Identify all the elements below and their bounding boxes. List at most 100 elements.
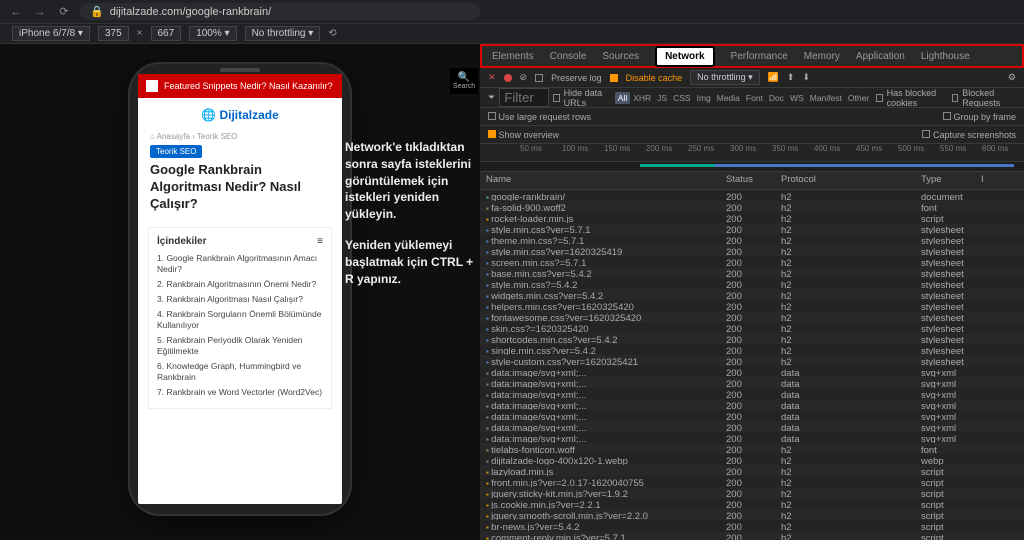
table-row[interactable]: single.min.css?ver=5.4.2200h2stylesheet: [480, 344, 1024, 355]
blocked-req-checkbox[interactable]: [952, 94, 958, 102]
disable-cache-checkbox[interactable]: [610, 74, 618, 82]
toc-item[interactable]: 6. Knowledge Graph, Hummingbird ve Rankb…: [157, 359, 323, 385]
table-row[interactable]: style.min.css?=5.4.2200h2stylesheet: [480, 278, 1024, 289]
col-status[interactable]: Status: [720, 172, 775, 189]
forward-icon[interactable]: →: [32, 4, 48, 20]
toc-item[interactable]: 1. Google Rankbrain Algoritmasının Amacı…: [157, 251, 323, 277]
clear-icon[interactable]: ⊘: [520, 72, 528, 83]
table-row[interactable]: br-news.js?ver=5.4.2200h2script: [480, 520, 1024, 531]
toc-item[interactable]: 4. Rankbrain Sorguların Önemli Bölümünde…: [157, 307, 323, 333]
table-row[interactable]: js.cookie.min.js?ver=2.2.1200h2script: [480, 498, 1024, 509]
zoom-select[interactable]: 100% ▾: [189, 26, 236, 41]
close-icon[interactable]: ✕: [488, 72, 496, 83]
category-tag[interactable]: Teorik SEO: [150, 145, 202, 158]
upload-icon[interactable]: ⬆: [787, 72, 795, 83]
funnel-icon[interactable]: ⏷: [488, 92, 495, 103]
toc-item[interactable]: 2. Rankbrain Algoritmasının Önemi Nedir?: [157, 277, 323, 292]
wifi-icon[interactable]: 📶: [768, 72, 779, 83]
timeline-ruler[interactable]: 50 ms100 ms150 ms200 ms250 ms300 ms350 m…: [480, 144, 1024, 162]
tab-memory[interactable]: Memory: [804, 51, 840, 62]
filter-type-js[interactable]: JS: [654, 92, 670, 104]
preserve-log-checkbox[interactable]: [535, 74, 543, 82]
table-row[interactable]: data:image/svg+xml;...200datasvg+xml: [480, 410, 1024, 421]
toc-item[interactable]: 7. Rankbrain ve Word Vectorler (Word2Vec…: [157, 385, 323, 400]
table-row[interactable]: data:image/svg+xml;...200datasvg+xml: [480, 366, 1024, 377]
site-logo[interactable]: 🌐 Dijitalzade: [138, 98, 342, 128]
filter-type-ws[interactable]: WS: [787, 92, 807, 104]
tab-console[interactable]: Console: [550, 51, 587, 62]
toc-toggle-icon[interactable]: ≡: [317, 236, 323, 247]
table-row[interactable]: data:image/svg+xml;...200datasvg+xml: [480, 377, 1024, 388]
blocked-cookies-checkbox[interactable]: [876, 94, 882, 102]
filter-type-font[interactable]: Font: [743, 92, 766, 104]
filter-type-other[interactable]: Other: [845, 92, 872, 104]
height-input[interactable]: 667: [151, 26, 182, 41]
url-bar[interactable]: 🔒 dijitalzade.com/google-rankbrain/: [80, 3, 480, 20]
table-row[interactable]: base.min.css?ver=5.4.2200h2stylesheet: [480, 267, 1024, 278]
table-row[interactable]: fontawesome.css?ver=1620325420200h2style…: [480, 311, 1024, 322]
hide-data-urls-checkbox[interactable]: [553, 94, 559, 102]
back-icon[interactable]: ←: [8, 4, 24, 20]
throttle-select[interactable]: No throttling ▾: [245, 26, 321, 41]
table-row[interactable]: jquery.smooth-scroll.min.js?ver=2.2.0200…: [480, 509, 1024, 520]
table-row[interactable]: front.min.js?ver=2.0.17-1620040755200h2s…: [480, 476, 1024, 487]
table-row[interactable]: style.min.css?ver=5.7.1200h2stylesheet: [480, 223, 1024, 234]
featured-banner[interactable]: Featured Snippets Nedir? Nasıl Kazanılır…: [138, 74, 342, 98]
table-row[interactable]: tielabs-fonticon.woff200h2font: [480, 443, 1024, 454]
table-row[interactable]: jquery.sticky-kit.min.js?ver=1.9.2200h2s…: [480, 487, 1024, 498]
table-row[interactable]: helpers.min.css?ver=1620325420200h2style…: [480, 300, 1024, 311]
toc-item[interactable]: 5. Rankbrain Periyodik Olarak Yeniden Eğ…: [157, 333, 323, 359]
table-row[interactable]: comment-reply.min.js?ver=5.7.1200h2scrip…: [480, 531, 1024, 540]
tab-elements[interactable]: Elements: [492, 51, 534, 62]
record-icon[interactable]: [504, 74, 512, 82]
download-icon[interactable]: ⬇: [802, 72, 810, 83]
breadcrumb[interactable]: ⌂ Anasayfa › Teorik SEO: [138, 128, 342, 145]
table-row[interactable]: widgets.min.css?ver=5.4.2200h2stylesheet: [480, 289, 1024, 300]
table-row[interactable]: rocket-loader.min.js200h2script: [480, 212, 1024, 223]
table-row[interactable]: dijitalzade-logo-400x120-1.webp200h2webp: [480, 454, 1024, 465]
col-type[interactable]: Type: [915, 172, 975, 189]
net-throttle-select[interactable]: No throttling ▾: [690, 70, 760, 85]
filter-type-img[interactable]: Img: [694, 92, 714, 104]
filter-type-media[interactable]: Media: [714, 92, 743, 104]
filter-type-xhr[interactable]: XHR: [630, 92, 654, 104]
search-button[interactable]: 🔍Search: [450, 68, 478, 94]
table-row[interactable]: data:image/svg+xml;...200datasvg+xml: [480, 421, 1024, 432]
table-row[interactable]: style-custom.css?ver=1620325421200h2styl…: [480, 355, 1024, 366]
tab-network[interactable]: Network: [655, 46, 714, 67]
col-name[interactable]: Name: [480, 172, 720, 189]
close-icon[interactable]: [146, 80, 158, 92]
rotate-icon[interactable]: ⟲: [328, 28, 336, 39]
col-protocol[interactable]: Protocol: [775, 172, 915, 189]
table-row[interactable]: data:image/svg+xml;...200datasvg+xml: [480, 388, 1024, 399]
width-input[interactable]: 375: [98, 26, 129, 41]
large-rows-checkbox[interactable]: [488, 112, 496, 120]
screenshots-checkbox[interactable]: [922, 130, 930, 138]
toc-item[interactable]: 3. Rankbrain Algoritması Nasıl Çalışır?: [157, 292, 323, 307]
show-overview-checkbox[interactable]: [488, 130, 496, 138]
tab-application[interactable]: Application: [856, 51, 905, 62]
table-row[interactable]: fa-solid-900.woff2200h2font: [480, 201, 1024, 212]
table-row[interactable]: google-rankbrain/200h2document: [480, 190, 1024, 201]
tab-performance[interactable]: Performance: [731, 51, 788, 62]
table-row[interactable]: lazyload.min.js200h2script: [480, 465, 1024, 476]
reload-icon[interactable]: ⟳: [56, 4, 72, 20]
table-row[interactable]: data:image/svg+xml;...200datasvg+xml: [480, 399, 1024, 410]
table-row[interactable]: shortcodes.min.css?ver=5.4.2200h2stylesh…: [480, 333, 1024, 344]
table-row[interactable]: skin.css?=1620325420200h2stylesheet: [480, 322, 1024, 333]
col-initiator[interactable]: I: [975, 172, 1024, 189]
filter-type-doc[interactable]: Doc: [766, 92, 787, 104]
filter-type-all[interactable]: All: [615, 92, 630, 104]
settings-icon[interactable]: ⚙: [1008, 72, 1016, 83]
table-row[interactable]: data:image/svg+xml;...200datasvg+xml: [480, 432, 1024, 443]
tab-lighthouse[interactable]: Lighthouse: [921, 51, 970, 62]
table-row[interactable]: screen.min.css?=5.7.1200h2stylesheet: [480, 256, 1024, 267]
group-frame-checkbox[interactable]: [943, 112, 951, 120]
tab-sources[interactable]: Sources: [602, 51, 639, 62]
table-row[interactable]: theme.min.css?=5.7.1200h2stylesheet: [480, 234, 1024, 245]
filter-type-css[interactable]: CSS: [670, 92, 693, 104]
filter-type-manifest[interactable]: Manifest: [807, 92, 845, 104]
device-select[interactable]: iPhone 6/7/8 ▾: [12, 26, 90, 41]
table-row[interactable]: style.min.css?ver=1620325419200h2stylesh…: [480, 245, 1024, 256]
filter-input[interactable]: [499, 88, 549, 107]
